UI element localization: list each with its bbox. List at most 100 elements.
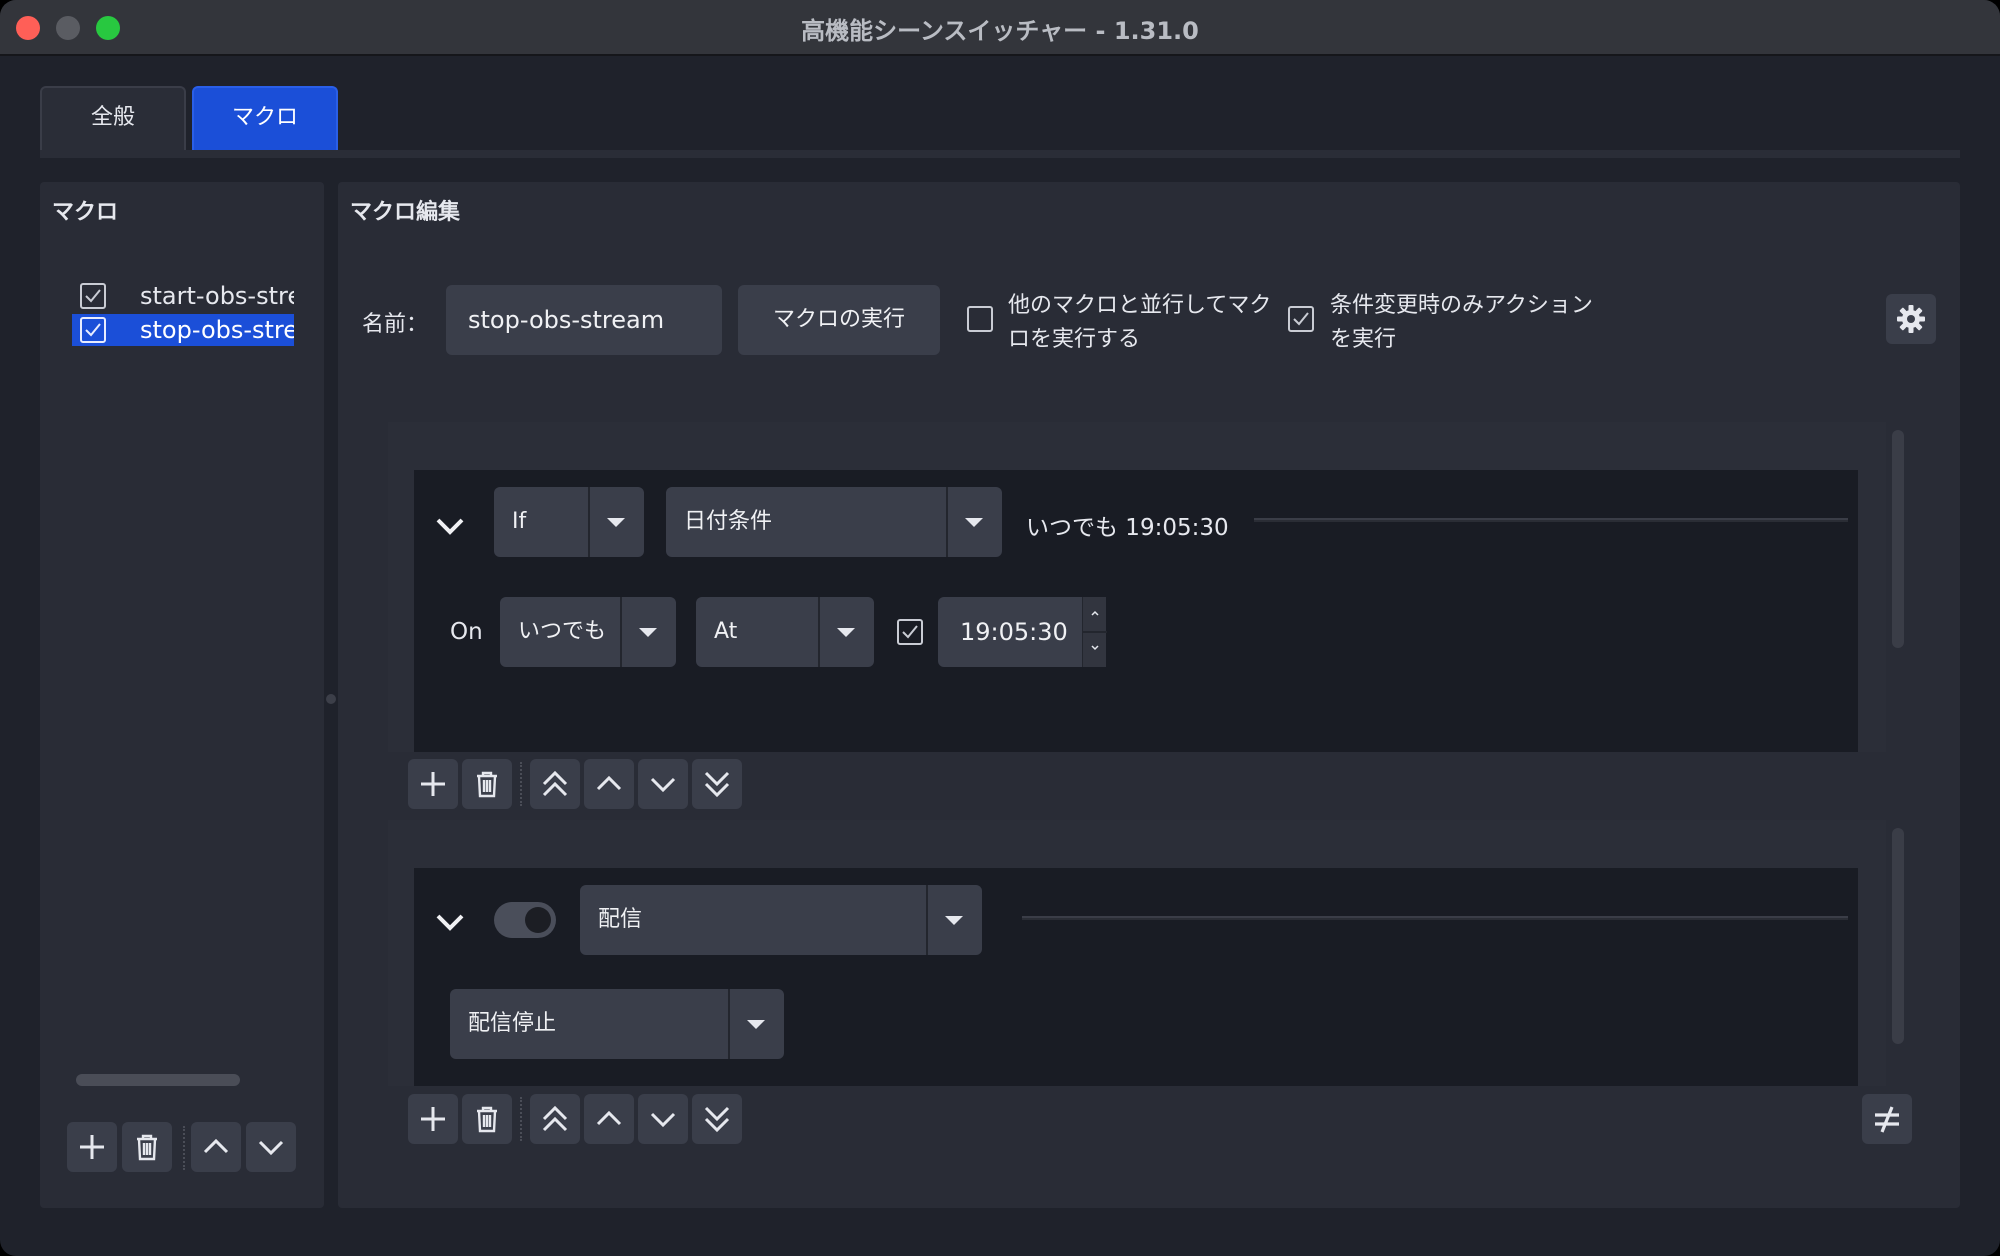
- tab-macro[interactable]: マクロ: [192, 86, 338, 150]
- condition-on-label: On: [450, 619, 483, 645]
- add-condition-button[interactable]: [408, 759, 458, 809]
- macro-editor-title: マクロ編集: [350, 200, 461, 225]
- macro-enabled-checkbox[interactable]: [80, 283, 106, 309]
- move-action-top-button[interactable]: [530, 1094, 580, 1144]
- toolbar-separator: [520, 762, 522, 806]
- remove-condition-button[interactable]: [462, 759, 512, 809]
- splitter-handle[interactable]: [326, 694, 336, 704]
- move-condition-up-button[interactable]: [584, 759, 634, 809]
- dropdown-arrow-icon: [965, 518, 983, 527]
- chevron-down-icon[interactable]: [432, 508, 468, 544]
- plus-icon: [80, 1135, 104, 1159]
- double-chevron-down-icon: [704, 771, 730, 798]
- macro-name-input[interactable]: stop-obs-stream: [446, 285, 722, 355]
- macro-list-item-label: stop-obs-stream: [140, 316, 294, 344]
- move-condition-top-button[interactable]: [530, 759, 580, 809]
- add-action-button[interactable]: [408, 1094, 458, 1144]
- dropdown-arrow-icon: [639, 628, 657, 637]
- condition-day-value: いつでも: [518, 619, 607, 644]
- parallel-run-checkbox[interactable]: [967, 306, 993, 332]
- macro-name-label: 名前：: [362, 312, 429, 337]
- move-action-down-button[interactable]: [638, 1094, 688, 1144]
- run-macro-button[interactable]: マクロの実行: [738, 285, 940, 355]
- dropdown-arrow-icon: [607, 518, 625, 527]
- macro-list-horizontal-scrollbar[interactable]: [76, 1074, 240, 1086]
- macro-list-item-label: start-obs-stream: [140, 282, 294, 310]
- chevron-up-icon: [596, 1110, 622, 1126]
- chevron-down-icon: [650, 777, 676, 793]
- gear-icon: [1897, 305, 1925, 333]
- check-icon: [902, 625, 918, 639]
- macro-enabled-checkbox[interactable]: [80, 317, 106, 343]
- move-macro-up-button[interactable]: [191, 1122, 241, 1172]
- tab-bar-divider: [40, 150, 1960, 158]
- condition-logic-value: If: [512, 509, 527, 534]
- move-condition-bottom-button[interactable]: [692, 759, 742, 809]
- action-header-divider: [1022, 916, 1848, 920]
- condition-day-select[interactable]: いつでも: [500, 597, 676, 667]
- move-action-bottom-button[interactable]: [692, 1094, 742, 1144]
- move-condition-down-button[interactable]: [638, 759, 688, 809]
- dropdown-arrow-icon: [837, 628, 855, 637]
- macro-list-item[interactable]: start-obs-stream: [72, 280, 294, 312]
- toolbar-separator: [183, 1126, 185, 1170]
- parallel-run-label-line2: ロを実行する: [1008, 327, 1141, 352]
- add-macro-button[interactable]: [67, 1122, 117, 1172]
- not-equal-icon: [1875, 1106, 1899, 1133]
- move-macro-down-button[interactable]: [246, 1122, 296, 1172]
- condition-mode-value: At: [714, 619, 738, 644]
- check-icon: [1293, 312, 1309, 326]
- move-action-up-button[interactable]: [584, 1094, 634, 1144]
- actions-vertical-scrollbar[interactable]: [1892, 828, 1904, 1044]
- condition-header-divider: [1254, 518, 1848, 522]
- trash-icon: [477, 1106, 497, 1133]
- window-title: 高機能シーンスイッチャー - 1.31.0: [801, 17, 1199, 45]
- dropdown-arrow-icon: [747, 1020, 765, 1029]
- parallel-run-label-line1: 他のマクロと並行してマク: [1008, 293, 1272, 318]
- on-change-only-label-line2: を実行: [1330, 327, 1397, 352]
- spin-up-icon: [1091, 610, 1099, 616]
- macro-list-item-selected[interactable]: stop-obs-stream: [72, 314, 294, 346]
- double-chevron-up-icon: [542, 1105, 568, 1132]
- remove-action-button[interactable]: [462, 1094, 512, 1144]
- action-subtype-select[interactable]: 配信停止: [450, 989, 784, 1059]
- condition-type-select[interactable]: 日付条件: [666, 487, 1002, 557]
- double-chevron-down-icon: [704, 1106, 730, 1133]
- plus-icon: [421, 1107, 445, 1131]
- condition-summary: いつでも 19:05:30: [1026, 515, 1229, 541]
- chevron-up-icon: [203, 1138, 229, 1154]
- time-spinner[interactable]: [1082, 597, 1107, 667]
- chevron-down-icon[interactable]: [432, 904, 468, 940]
- action-type-value: 配信: [598, 907, 643, 932]
- toggle-knob: [525, 907, 551, 933]
- tab-general[interactable]: 全般: [40, 86, 186, 150]
- action-type-select[interactable]: 配信: [580, 885, 982, 955]
- chevron-down-icon: [650, 1112, 676, 1128]
- condition-logic-select[interactable]: If: [494, 487, 644, 557]
- trash-icon: [137, 1134, 157, 1161]
- title-bar: 高機能シーンスイッチャー - 1.31.0: [0, 0, 2000, 56]
- toggle-else-actions-button[interactable]: [1862, 1094, 1912, 1144]
- spin-down-icon: [1091, 645, 1099, 651]
- condition-type-value: 日付条件: [684, 509, 773, 534]
- condition-mode-select[interactable]: At: [696, 597, 874, 667]
- conditions-vertical-scrollbar[interactable]: [1892, 430, 1904, 648]
- on-change-only-label-line1: 条件変更時のみアクション: [1330, 293, 1593, 318]
- dropdown-arrow-icon: [945, 916, 963, 925]
- on-change-only-checkbox[interactable]: [1288, 306, 1314, 332]
- trash-icon: [477, 771, 497, 798]
- macro-list-title: マクロ: [52, 200, 119, 225]
- check-icon: [85, 323, 101, 337]
- action-subtype-value: 配信停止: [468, 1011, 557, 1036]
- time-input[interactable]: 19:05:30: [938, 597, 1082, 667]
- plus-icon: [421, 772, 445, 796]
- toolbar-separator: [520, 1097, 522, 1141]
- remove-macro-button[interactable]: [122, 1122, 172, 1172]
- time-enabled-checkbox[interactable]: [897, 619, 923, 645]
- check-icon: [85, 289, 101, 303]
- app-window: 高機能シーンスイッチャー - 1.31.0 全般 マクロ マクロ start-o…: [0, 0, 2000, 1256]
- macro-settings-button[interactable]: [1886, 294, 1936, 344]
- double-chevron-up-icon: [542, 770, 568, 797]
- chevron-down-icon: [258, 1140, 284, 1156]
- action-enable-toggle[interactable]: [494, 902, 556, 938]
